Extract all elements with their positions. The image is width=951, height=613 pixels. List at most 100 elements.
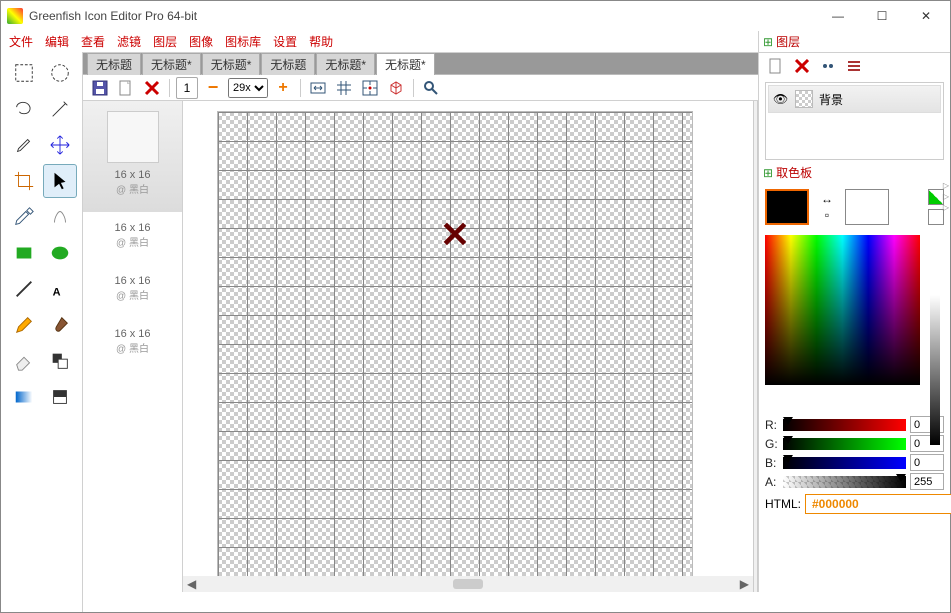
color-picker[interactable] — [765, 235, 920, 385]
swatches: ↔ ▫ — [759, 183, 950, 231]
document-toolbar: 1 − 29x + — [83, 75, 758, 101]
pen-tool[interactable] — [7, 128, 41, 162]
layer-list[interactable]: 👁 背景 — [765, 82, 944, 160]
layer-visibility-icon[interactable]: 👁 — [773, 92, 789, 106]
frame-list[interactable]: 16 x 16 @ 黑白 16 x 16 @ 黑白 16 x 16 @ 黑白 1… — [83, 101, 183, 592]
doc-tab-1[interactable]: 无标题* — [142, 53, 201, 75]
a-value[interactable] — [910, 473, 944, 490]
shape-rect-tool[interactable] — [7, 236, 41, 270]
b-slider[interactable] — [783, 457, 906, 469]
menu-filter[interactable]: 滤镜 — [117, 33, 141, 50]
grid-button[interactable] — [333, 77, 355, 99]
r-slider[interactable] — [783, 419, 906, 431]
zoom-select[interactable]: 29x — [228, 78, 268, 98]
value-slider[interactable] — [930, 295, 940, 445]
expand-icon: ⊞ — [763, 35, 773, 49]
svg-text:A: A — [52, 286, 60, 298]
delete-button[interactable] — [141, 77, 163, 99]
html-label: HTML: — [765, 497, 801, 511]
3d-button[interactable] — [385, 77, 407, 99]
menu-layer[interactable]: 图层 — [153, 33, 177, 50]
layer-props-button[interactable] — [817, 55, 839, 77]
pointer-tool[interactable] — [43, 164, 77, 198]
workspace: 16 x 16 @ 黑白 16 x 16 @ 黑白 16 x 16 @ 黑白 1… — [83, 101, 758, 592]
close-button[interactable]: ✕ — [904, 2, 948, 30]
minimize-button[interactable]: — — [816, 2, 860, 30]
g-slider-row: G: — [759, 434, 950, 453]
frame-thumb-1[interactable]: 16 x 16 @ 黑白 — [83, 212, 182, 265]
toolbox: A — [1, 52, 83, 612]
wand-tool[interactable] — [43, 92, 77, 126]
layer-thumb — [795, 90, 813, 108]
color-panel-title[interactable]: ⊞取色板 — [759, 162, 950, 183]
canvas-content-x: ✕ — [440, 214, 470, 256]
frame-count[interactable]: 1 — [176, 77, 198, 99]
b-value[interactable] — [910, 454, 944, 471]
foreground-swatch[interactable] — [765, 189, 809, 225]
b-slider-row: B: — [759, 453, 950, 472]
layers-panel-title[interactable]: ⊞图层 — [759, 31, 950, 52]
frame-thumb-3[interactable]: 16 x 16 @ 黑白 — [83, 318, 182, 371]
canvas-container: ✕ ◀ ▶ — [183, 101, 753, 592]
title-bar: Greenfish Icon Editor Pro 64-bit — ☐ ✕ — [1, 1, 950, 31]
right-panel-tabs[interactable]: ▷▷▷ — [941, 181, 951, 213]
zoom-tool-button[interactable] — [420, 77, 442, 99]
html-color-row: HTML: — [759, 491, 950, 517]
brush-tool[interactable] — [43, 308, 77, 342]
layer-name: 背景 — [819, 91, 843, 108]
eraser-tool[interactable] — [7, 344, 41, 378]
marquee-rect-tool[interactable] — [7, 56, 41, 90]
crop-tool[interactable] — [7, 164, 41, 198]
gradient-tool[interactable] — [7, 380, 41, 414]
menu-edit[interactable]: 编辑 — [45, 33, 69, 50]
eyedropper-tool[interactable] — [7, 200, 41, 234]
new-layer-button[interactable] — [765, 55, 787, 77]
menu-library[interactable]: 图标库 — [225, 33, 261, 50]
layer-row-bg[interactable]: 👁 背景 — [768, 85, 941, 113]
move-tool[interactable] — [43, 128, 77, 162]
frame-thumb-2[interactable]: 16 x 16 @ 黑白 — [83, 265, 182, 318]
clone-tool[interactable] — [43, 344, 77, 378]
r-slider-row: R: — [759, 415, 950, 434]
text-tool[interactable]: A — [43, 272, 77, 306]
default-colors-icon[interactable]: ▫ — [825, 208, 829, 222]
merge-layers-button[interactable] — [843, 55, 865, 77]
lasso-tool[interactable] — [7, 92, 41, 126]
doc-tab-2[interactable]: 无标题* — [202, 53, 261, 75]
html-color-input[interactable] — [805, 494, 951, 514]
shape-ellipse-tool[interactable] — [43, 236, 77, 270]
scroll-left-icon[interactable]: ◀ — [187, 577, 196, 591]
h-scrollbar[interactable]: ◀ ▶ — [183, 576, 753, 592]
maximize-button[interactable]: ☐ — [860, 2, 904, 30]
scroll-right-icon[interactable]: ▶ — [740, 577, 749, 591]
remove-frame-button[interactable]: − — [202, 77, 224, 99]
fit-button[interactable] — [307, 77, 329, 99]
menu-file[interactable]: 文件 — [9, 33, 33, 50]
center-button[interactable] — [359, 77, 381, 99]
pencil-tool[interactable] — [7, 308, 41, 342]
menu-view[interactable]: 查看 — [81, 33, 105, 50]
line-tool[interactable] — [7, 272, 41, 306]
menu-image[interactable]: 图像 — [189, 33, 213, 50]
doc-tab-3[interactable]: 无标题 — [261, 53, 315, 75]
a-slider[interactable] — [783, 476, 906, 488]
doc-tab-5[interactable]: 无标题* — [376, 53, 435, 75]
save-button[interactable] — [89, 77, 111, 99]
add-frame-button[interactable]: + — [272, 77, 294, 99]
background-swatch[interactable] — [845, 189, 889, 225]
doc-tab-4[interactable]: 无标题* — [316, 53, 375, 75]
menu-settings[interactable]: 设置 — [273, 33, 297, 50]
doc-tab-0[interactable]: 无标题 — [87, 53, 141, 75]
menu-help[interactable]: 帮助 — [309, 33, 333, 50]
bucket-tool[interactable] — [43, 380, 77, 414]
new-page-button[interactable] — [115, 77, 137, 99]
swap-colors-icon[interactable]: ↔ — [821, 192, 833, 206]
delete-layer-button[interactable] — [791, 55, 813, 77]
expand-icon: ⊞ — [763, 166, 773, 180]
frame-thumb-0[interactable]: 16 x 16 @ 黑白 — [83, 101, 182, 212]
center-pane: 无标题 无标题* 无标题* 无标题 无标题* 无标题* 1 − 29x + — [83, 53, 758, 592]
canvas[interactable]: ✕ — [217, 111, 693, 587]
g-slider[interactable] — [783, 438, 906, 450]
marquee-ellipse-tool[interactable] — [43, 56, 77, 90]
smudge-tool[interactable] — [43, 200, 77, 234]
